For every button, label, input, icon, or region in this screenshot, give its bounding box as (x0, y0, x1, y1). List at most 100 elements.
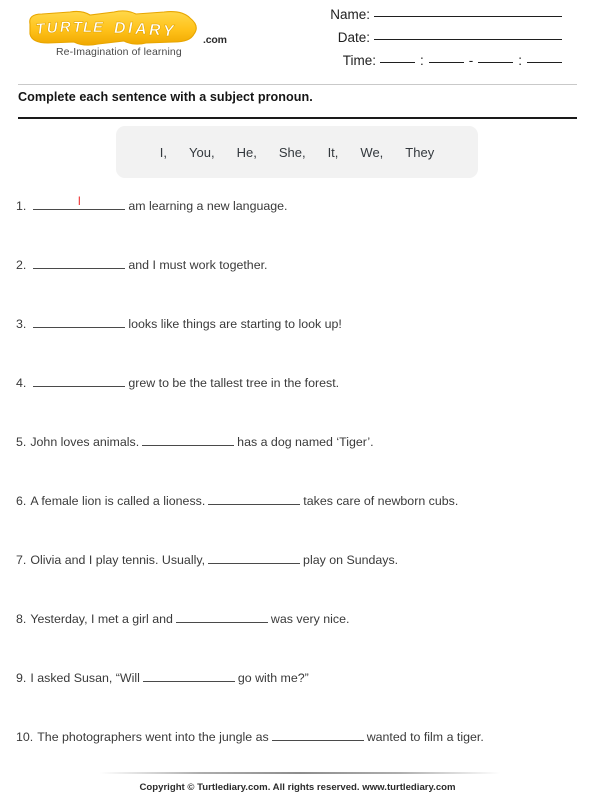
question-text-before-blank: Olivia and I play tennis. Usually, (30, 553, 206, 567)
question-number: 3. (16, 317, 27, 331)
question-row: 1. Iam learning a new language. (16, 194, 581, 255)
answer-blank[interactable] (271, 727, 364, 741)
question-line: 9. I asked Susan, “Will go with me?” (16, 668, 309, 686)
name-input-line[interactable] (374, 15, 562, 17)
logo-tagline: Re-Imagination of learning (56, 46, 182, 58)
svg-text:E: E (93, 19, 104, 36)
question-line: 8. Yesterday, I met a girl and was very ni… (16, 609, 349, 627)
footer-copyright: Copyright © Turtlediary.com. All rights … (139, 782, 456, 793)
question-text-after-blank: am learning a new language. (128, 199, 288, 213)
question-row: 5. John loves animals. has a dog named ‘Ti… (16, 432, 581, 491)
time-field-row: Time: : - : (330, 53, 562, 76)
question-number: 7. (16, 553, 27, 567)
question-row: 6. A female lion is called a lioness. take… (16, 491, 581, 550)
question-row: 4. grew to be the tallest tree in the for… (16, 373, 581, 432)
question-line: 10. The photographers went into the jungl… (16, 727, 484, 745)
svg-text:I: I (128, 20, 133, 37)
logo-dotcom-text: .com (203, 34, 227, 46)
answer-blank[interactable]: I (33, 194, 126, 210)
question-row: 3. looks like things are starting to look… (16, 314, 581, 373)
question-text-before-blank: A female lion is called a lioness. (30, 494, 206, 508)
question-text-after-blank: was very nice. (270, 612, 350, 626)
question-row: 9. I asked Susan, “Will go with me?” (16, 668, 581, 727)
question-row: 7. Olivia and I play tennis. Usually, play… (16, 550, 581, 609)
footer-divider (100, 772, 500, 774)
answer-blank[interactable] (33, 373, 126, 387)
word-bank-item: I, (159, 144, 168, 160)
question-text-after-blank: looks like things are starting to look u… (128, 317, 342, 331)
turtle-diary-logo[interactable]: T U R T L E D I A R Y .com Re-Imaginatio… (18, 8, 228, 58)
question-line: 6. A female lion is called a lioness. take… (16, 491, 458, 509)
svg-text:R: R (149, 22, 161, 39)
question-number: 9. (16, 671, 27, 685)
question-text-after-blank: go with me?” (237, 671, 309, 685)
date-input-line[interactable] (374, 38, 562, 40)
time-separator-2: - (468, 53, 474, 68)
question-line: 3. looks like things are starting to look… (16, 314, 342, 332)
question-text-after-blank: and I must work together. (128, 258, 268, 272)
word-bank-words: I, You, He, She, It, We, They (149, 145, 445, 160)
question-number: 6. (16, 494, 27, 508)
filled-answer: I (77, 194, 82, 208)
question-text-before-blank: John loves animals. (30, 435, 140, 449)
question-text-before-blank: I asked Susan, “Will (30, 671, 140, 685)
svg-text:D: D (114, 20, 126, 37)
question-line: 2. and I must work together. (16, 255, 267, 273)
question-text-after-blank: play on Sundays. (303, 553, 399, 567)
date-label: Date: (337, 30, 370, 45)
question-text-after-blank: takes care of newborn cubs. (303, 494, 459, 508)
question-row: 8. Yesterday, I met a girl and was very ni… (16, 609, 581, 668)
question-text-after-blank: has a dog named ‘Tiger’. (237, 435, 374, 449)
svg-text:Y: Y (163, 23, 175, 40)
answer-blank[interactable] (208, 550, 301, 564)
worksheet-header: T U R T L E D I A R Y .com Re-Imaginatio… (0, 0, 595, 80)
logo-artwork: T U R T L E D I A R Y .com (18, 8, 227, 48)
question-list: 1. Iam learning a new language. 2. and I mu… (16, 194, 581, 786)
question-line: 5. John loves animals. has a dog named ‘Ti… (16, 432, 374, 450)
question-row: 10. The photographers went into the jungl… (16, 727, 581, 786)
word-bank-item: He, (236, 144, 257, 160)
time-separator-1: : (419, 53, 424, 68)
answer-blank[interactable] (208, 491, 301, 505)
question-number: 5. (16, 435, 27, 449)
word-bank-item: It, (327, 144, 339, 160)
answer-blank[interactable] (142, 432, 235, 446)
svg-text:L: L (83, 19, 92, 36)
answer-blank[interactable] (33, 314, 126, 328)
logo-svg: T U R T L E D I A R Y (29, 10, 197, 46)
question-text-after-blank: wanted to film a tiger. (366, 730, 484, 744)
question-row: 2. and I must work together. (16, 255, 581, 314)
time-start-minute-line[interactable] (428, 61, 464, 63)
name-label: Name: (330, 7, 370, 22)
question-text-before-blank: Yesterday, I met a girl and (30, 612, 173, 626)
answer-blank[interactable] (33, 255, 126, 269)
word-bank-item: They (405, 144, 435, 160)
svg-text:R: R (60, 19, 72, 36)
question-number: 10. (16, 730, 34, 744)
question-number: 8. (16, 612, 27, 626)
instruction-text: Complete each sentence with a subject pr… (18, 90, 313, 104)
question-line: 1. Iam learning a new language. (16, 194, 288, 214)
time-end-minute-line[interactable] (527, 61, 562, 63)
time-label: Time: (342, 53, 376, 68)
word-bank-item: She, (278, 144, 306, 160)
word-bank-item: You, (189, 144, 215, 160)
question-line: 4. grew to be the tallest tree in the for… (16, 373, 339, 391)
student-info-fields: Name: Date: Time: : - : (330, 7, 562, 76)
svg-text:A: A (134, 21, 147, 38)
question-number: 2. (16, 258, 27, 272)
time-end-hour-line[interactable] (478, 61, 514, 63)
header-divider (18, 84, 577, 85)
time-start-hour-line[interactable] (379, 61, 415, 63)
time-separator-3: : (518, 53, 522, 68)
question-line: 7. Olivia and I play tennis. Usually, play… (16, 550, 398, 568)
question-text-after-blank: grew to be the tallest tree in the fores… (128, 376, 340, 390)
question-text-before-blank: The photographers went into the jungle a… (37, 730, 269, 744)
question-number: 4. (16, 376, 27, 390)
svg-text:U: U (46, 19, 59, 37)
date-field-row: Date: (330, 30, 562, 53)
answer-blank[interactable] (175, 609, 268, 623)
word-bank: I, You, He, She, It, We, They (116, 126, 478, 178)
name-field-row: Name: (330, 7, 562, 30)
answer-blank[interactable] (142, 668, 235, 682)
